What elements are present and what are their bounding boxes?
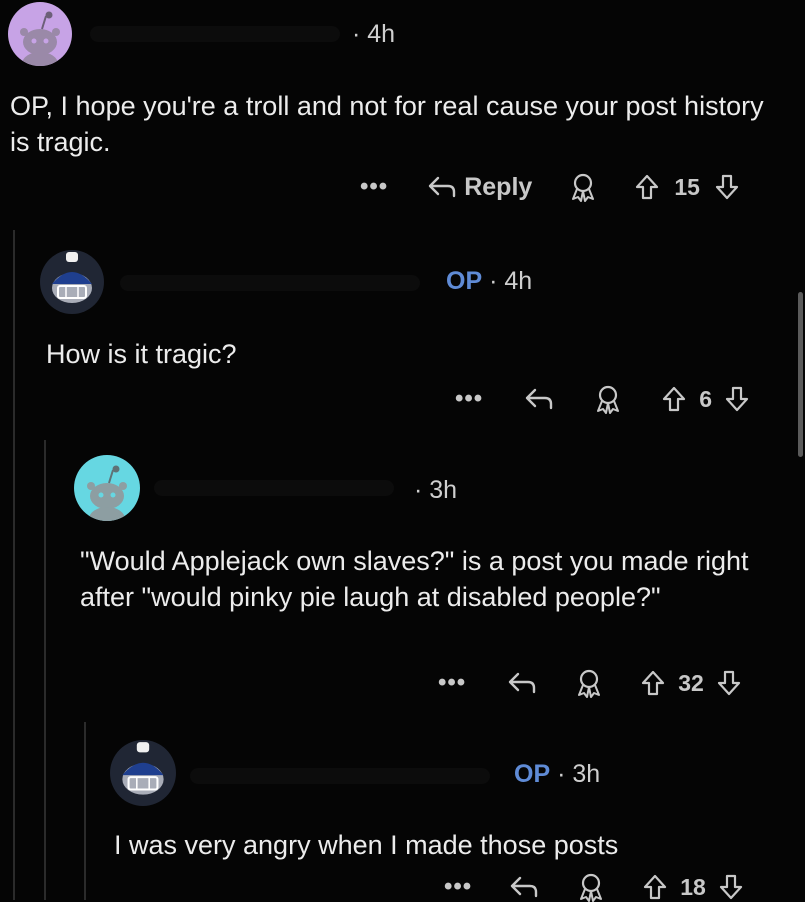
thread-line xyxy=(13,230,15,900)
vote-count: 6 xyxy=(699,385,713,412)
reply-label: Reply xyxy=(464,172,533,201)
vote-count: 18 xyxy=(680,873,706,900)
reply-button[interactable] xyxy=(508,874,540,900)
comment-actions: ••• 32 xyxy=(438,668,742,698)
snoo-avatar-icon xyxy=(122,742,164,795)
comment-meta: OP · 4h xyxy=(446,267,532,296)
username-redacted xyxy=(120,275,420,291)
more-button[interactable]: ••• xyxy=(360,173,388,201)
op-badge: OP xyxy=(446,267,483,295)
reply-icon xyxy=(526,388,553,410)
comment-time: 4h xyxy=(367,20,396,48)
award-button[interactable] xyxy=(568,172,598,202)
award-button[interactable] xyxy=(576,872,606,902)
downvote-icon xyxy=(717,670,740,696)
reply-button[interactable] xyxy=(506,670,538,696)
downvote-button[interactable] xyxy=(716,669,742,697)
upvote-button[interactable] xyxy=(634,173,660,201)
more-button[interactable]: ••• xyxy=(444,873,472,901)
avatar[interactable] xyxy=(110,740,176,806)
meta-separator: · xyxy=(414,476,423,504)
username-redacted xyxy=(154,480,394,496)
thread-line xyxy=(44,440,46,900)
comment-meta: OP · 3h xyxy=(514,760,600,789)
more-button[interactable]: ••• xyxy=(455,385,483,413)
upvote-icon xyxy=(644,874,667,900)
upvote-icon xyxy=(636,174,659,200)
downvote-icon xyxy=(725,386,749,412)
award-icon xyxy=(580,873,603,902)
downvote-button[interactable] xyxy=(714,173,740,201)
snoo-avatar-icon xyxy=(87,465,127,521)
comment-meta: · 3h xyxy=(414,476,457,505)
comment-time: 4h xyxy=(504,267,533,295)
upvote-icon xyxy=(642,670,665,696)
reply-icon xyxy=(429,176,456,198)
snoo-avatar-icon xyxy=(52,252,92,303)
comment-actions: ••• 6 xyxy=(455,384,750,414)
comment-body: "Would Applejack own slaves?" is a post … xyxy=(80,546,749,612)
avatar[interactable] xyxy=(8,2,72,66)
op-badge: OP xyxy=(514,760,551,788)
meta-separator: · xyxy=(557,760,566,788)
comment-body: How is it tragic? xyxy=(46,339,237,369)
more-button[interactable]: ••• xyxy=(438,669,466,697)
meta-separator: · xyxy=(489,267,498,295)
snoo-avatar-icon xyxy=(20,11,60,66)
comment-actions: ••• Reply 15 xyxy=(360,172,740,202)
award-icon xyxy=(578,669,601,698)
comment-body: OP, I hope you're a troll and not for re… xyxy=(10,91,764,157)
upvote-button[interactable] xyxy=(642,873,668,901)
scrollbar[interactable] xyxy=(798,292,803,457)
reply-button[interactable]: Reply xyxy=(426,173,532,202)
meta-separator: · xyxy=(352,20,361,48)
reply-button[interactable] xyxy=(523,386,555,412)
reply-icon xyxy=(509,672,536,694)
vote-count: 32 xyxy=(678,669,704,696)
username-redacted xyxy=(90,26,340,42)
vote-count: 15 xyxy=(674,173,700,200)
downvote-icon xyxy=(715,174,739,200)
upvote-button[interactable] xyxy=(640,669,666,697)
downvote-icon xyxy=(719,874,742,900)
award-button[interactable] xyxy=(593,384,623,414)
username-redacted xyxy=(190,768,490,784)
comment-meta: · 4h xyxy=(352,20,395,49)
upvote-icon xyxy=(663,386,686,412)
avatar[interactable] xyxy=(40,250,104,314)
comment-body: I was very angry when I made those posts xyxy=(114,830,619,860)
award-icon xyxy=(597,385,620,414)
upvote-button[interactable] xyxy=(661,385,687,413)
downvote-button[interactable] xyxy=(724,385,750,413)
comment-time: 3h xyxy=(429,476,458,504)
award-icon xyxy=(572,173,595,202)
award-button[interactable] xyxy=(574,668,604,698)
comment-time: 3h xyxy=(572,760,601,788)
comment-actions: ••• 18 xyxy=(444,872,744,902)
reply-icon xyxy=(511,876,538,898)
thread-line xyxy=(84,722,86,900)
avatar[interactable] xyxy=(74,455,140,521)
downvote-button[interactable] xyxy=(718,873,744,901)
